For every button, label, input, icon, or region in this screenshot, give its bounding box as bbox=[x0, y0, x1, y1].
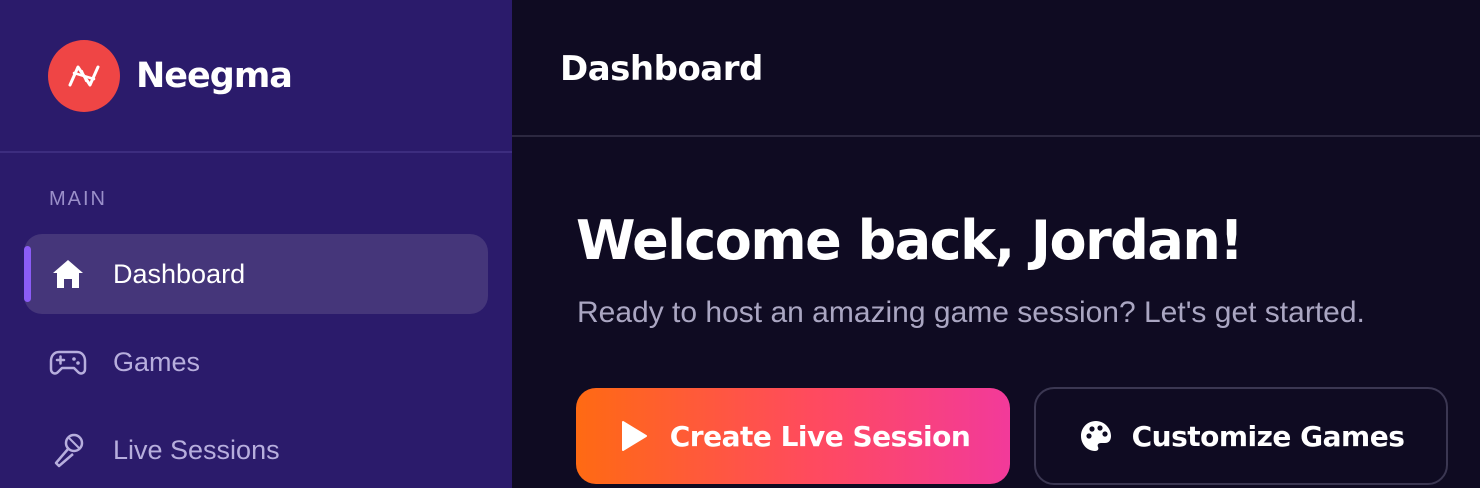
top-bar: Dashboard bbox=[512, 0, 1480, 137]
sidebar: Neegma MAIN Dashboard Games Live Session… bbox=[0, 0, 512, 488]
welcome-heading: Welcome back, Jordan! bbox=[576, 209, 1244, 272]
active-indicator bbox=[24, 246, 31, 302]
page-title: Dashboard bbox=[560, 49, 763, 89]
welcome-subtitle: Ready to host an amazing game session? L… bbox=[577, 296, 1365, 329]
section-label-main: MAIN bbox=[49, 188, 107, 210]
sidebar-item-label: Live Sessions bbox=[113, 434, 280, 465]
brand-header: Neegma bbox=[0, 0, 512, 153]
gamepad-icon bbox=[48, 342, 88, 382]
sidebar-item-live-sessions[interactable]: Live Sessions bbox=[24, 410, 488, 488]
brand-name: Neegma bbox=[136, 56, 293, 96]
play-icon bbox=[616, 418, 652, 454]
microphone-icon bbox=[48, 430, 88, 470]
logo-icon bbox=[68, 65, 100, 87]
brand-logo[interactable] bbox=[48, 40, 120, 112]
palette-icon bbox=[1078, 418, 1114, 454]
customize-games-label: Customize Games bbox=[1131, 419, 1405, 453]
create-live-session-button[interactable]: Create Live Session bbox=[576, 388, 1010, 484]
sidebar-item-label: Dashboard bbox=[113, 258, 246, 289]
main-content: Dashboard Welcome back, Jordan! Ready to… bbox=[512, 0, 1480, 488]
create-live-session-label: Create Live Session bbox=[669, 419, 971, 453]
sidebar-item-dashboard[interactable]: Dashboard bbox=[24, 234, 488, 314]
sidebar-item-games[interactable]: Games bbox=[24, 322, 488, 402]
sidebar-item-label: Games bbox=[113, 346, 201, 377]
home-icon bbox=[48, 254, 88, 294]
customize-games-button[interactable]: Customize Games bbox=[1034, 387, 1448, 485]
